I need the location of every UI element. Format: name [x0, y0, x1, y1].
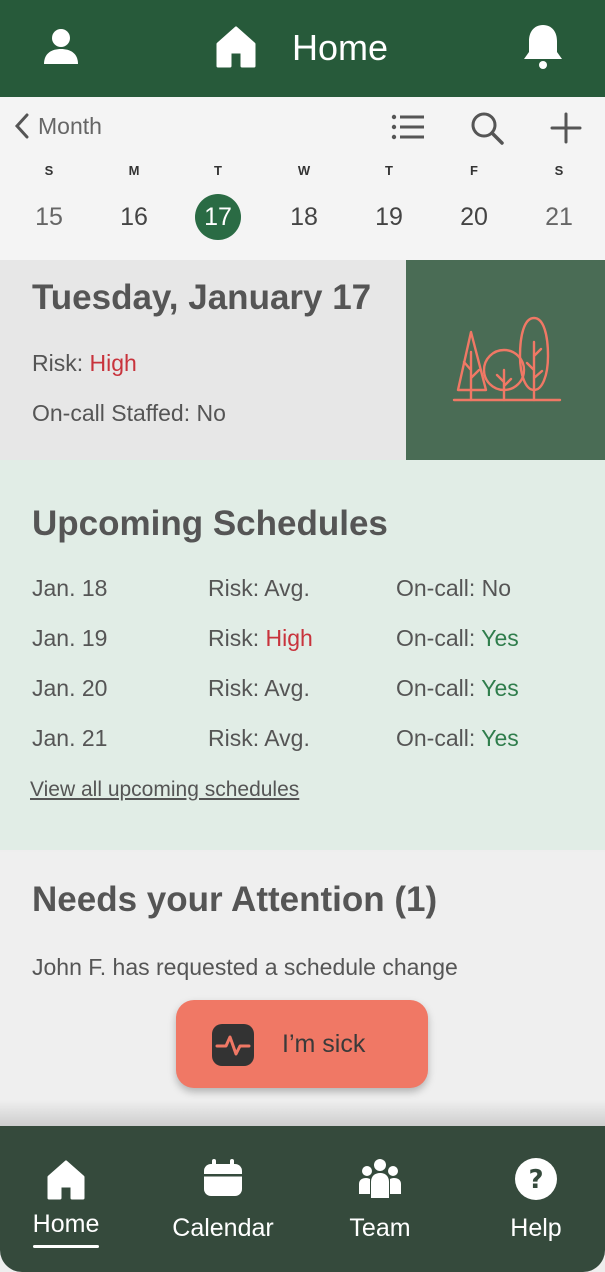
view-all-schedules-link[interactable]: View all upcoming schedules: [30, 778, 299, 802]
week-strip: Month S M T W T F S 15 16 17 18 19 20 21: [0, 97, 605, 260]
upcoming-heading: Upcoming Schedules: [32, 504, 388, 543]
schedule-risk: Risk: High: [208, 625, 313, 652]
oncall-label: On-call:: [396, 675, 482, 701]
schedule-date: Jan. 18: [32, 575, 108, 601]
back-to-month-button[interactable]: Month: [12, 111, 102, 141]
oncall-label: On-call:: [396, 625, 482, 651]
svg-text:?: ?: [528, 1165, 543, 1195]
risk-value: High: [265, 625, 313, 651]
weekday-label: S: [44, 163, 54, 178]
team-icon: [359, 1159, 401, 1198]
risk-label: Risk:: [32, 350, 90, 376]
risk-label: Risk:: [208, 575, 265, 601]
top-app-bar: Home: [0, 0, 605, 97]
risk-value: High: [89, 350, 137, 376]
calendar-day-selected[interactable]: 17: [195, 194, 241, 240]
calendar-day[interactable]: 21: [536, 194, 582, 240]
schedule-row[interactable]: Jan. 19 Risk: High On-call: Yes: [0, 625, 605, 655]
nav-item-calendar[interactable]: Calendar: [163, 1156, 283, 1256]
im-sick-button[interactable]: I’m sick: [176, 1000, 428, 1088]
schedule-date: Jan. 21: [32, 725, 108, 751]
profile-icon[interactable]: [38, 24, 84, 70]
schedule-row[interactable]: Jan. 18 Risk: Avg. On-call: No: [0, 575, 605, 605]
calendar-day[interactable]: 19: [366, 194, 412, 240]
schedule-date: Jan. 19: [32, 625, 108, 651]
nav-item-help[interactable]: ? Help: [476, 1156, 596, 1256]
schedule-row[interactable]: Jan. 20 Risk: Avg. On-call: Yes: [0, 675, 605, 705]
attention-message[interactable]: John F. has requested a schedule change: [32, 954, 458, 981]
schedule-risk: Risk: Avg.: [208, 575, 310, 602]
chevron-left-icon: [14, 113, 29, 139]
weekday-label: T: [385, 163, 393, 178]
im-sick-label: I’m sick: [282, 1030, 366, 1058]
nav-label: Team: [349, 1214, 411, 1242]
oncall-value: Yes: [481, 675, 519, 701]
search-icon[interactable]: [468, 109, 506, 147]
risk-value: Avg.: [264, 725, 310, 751]
risk-label: Risk:: [208, 675, 265, 701]
nav-label: Home: [32, 1210, 100, 1238]
weekday-label: T: [214, 163, 222, 178]
nav-label: Calendar: [172, 1214, 274, 1242]
schedule-oncall: On-call: Yes: [396, 725, 519, 752]
schedule-oncall: On-call: Yes: [396, 625, 519, 652]
oncall-value: Yes: [481, 725, 519, 751]
add-icon[interactable]: [548, 110, 584, 146]
pulse-icon: [212, 1024, 254, 1066]
attention-heading: Needs your Attention (1): [32, 880, 438, 919]
active-indicator: [33, 1245, 99, 1248]
bottom-navigation: Home Calendar Team ? Help: [0, 1126, 605, 1272]
page-title: Home: [292, 27, 389, 68]
oncall-label: On-call:: [396, 575, 482, 601]
schedule-oncall: On-call: No: [396, 575, 511, 602]
schedule-risk: Risk: Avg.: [208, 675, 310, 702]
calendar-day[interactable]: 18: [281, 194, 327, 240]
nav-shadow: [0, 1100, 605, 1126]
nav-label: Help: [510, 1214, 562, 1242]
risk-label: Risk:: [208, 625, 266, 651]
weekday-label: S: [554, 163, 564, 178]
weekday-label: F: [470, 163, 478, 178]
schedule-row[interactable]: Jan. 21 Risk: Avg. On-call: Yes: [0, 725, 605, 755]
home-icon: [47, 1160, 85, 1200]
nav-item-team[interactable]: Team: [320, 1156, 440, 1256]
today-oncall: On-call Staffed: No: [32, 400, 226, 426]
weekday-label: W: [297, 163, 311, 178]
calendar-day[interactable]: 20: [451, 194, 497, 240]
risk-value: Avg.: [264, 575, 310, 601]
calendar-day[interactable]: 15: [26, 194, 72, 240]
today-risk: Risk: High: [32, 350, 137, 377]
schedule-oncall: On-call: Yes: [396, 675, 519, 702]
schedule-risk: Risk: Avg.: [208, 725, 310, 752]
today-card: Tuesday, January 17 Risk: High On-call S…: [0, 260, 406, 460]
oncall-label: On-call:: [396, 725, 482, 751]
risk-label: Risk:: [208, 725, 265, 751]
upcoming-schedules-section: Upcoming Schedules Jan. 18 Risk: Avg. On…: [0, 460, 605, 850]
calendar-day[interactable]: 16: [111, 194, 157, 240]
oncall-value: Yes: [481, 625, 519, 651]
weekday-label: M: [128, 163, 140, 178]
back-label: Month: [38, 112, 102, 139]
trees-icon: [452, 316, 562, 402]
list-view-icon[interactable]: [388, 111, 428, 143]
risk-value: Avg.: [264, 675, 310, 701]
schedule-date: Jan. 20: [32, 675, 108, 701]
calendar-icon: [204, 1159, 242, 1196]
tree-illustration-panel: [406, 260, 605, 460]
oncall-value: No: [481, 575, 512, 601]
today-title: Tuesday, January 17: [32, 278, 372, 317]
help-icon: ?: [515, 1158, 557, 1200]
nav-item-home[interactable]: Home: [6, 1156, 126, 1256]
notification-bell-icon[interactable]: [518, 20, 568, 72]
home-icon: [216, 26, 256, 68]
